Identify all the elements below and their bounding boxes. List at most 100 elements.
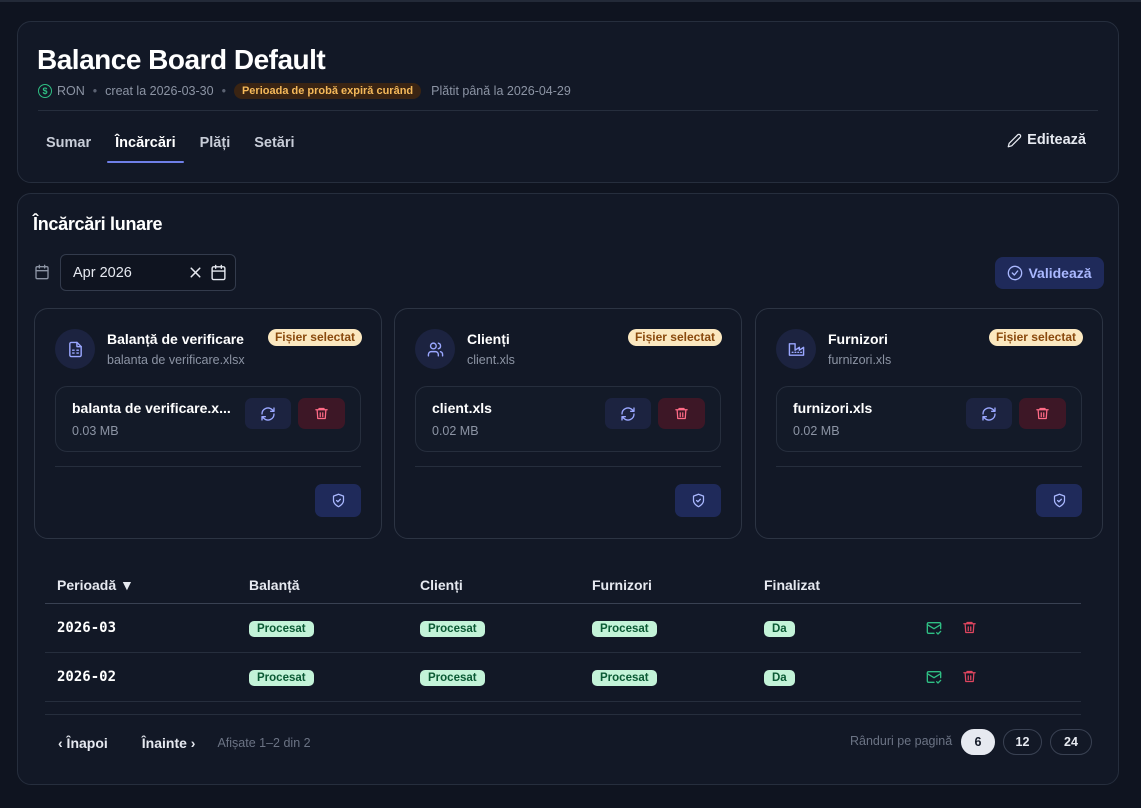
edit-button[interactable]: Editează — [1007, 132, 1086, 148]
card-title: Furnizori — [828, 331, 888, 347]
page-size-24[interactable]: 24 — [1050, 729, 1092, 755]
tab-plati[interactable]: Plăți — [192, 131, 239, 163]
table-row: 2026-02 Procesat Procesat Procesat Da — [45, 653, 1081, 702]
users-icon — [415, 329, 455, 369]
upload-card-furnizori: Furnizori furnizori.xls Fișier selectat … — [755, 308, 1103, 539]
file-size: 0.02 MB — [432, 424, 479, 438]
pencil-icon — [1007, 133, 1022, 147]
card-divider — [415, 466, 721, 467]
tab-setari[interactable]: Setări — [246, 131, 302, 163]
finalized-badge: Da — [764, 670, 795, 686]
refresh-icon — [982, 406, 996, 421]
status-badge: Procesat — [420, 670, 485, 686]
validate-file-button[interactable] — [675, 484, 721, 517]
header-perioada[interactable]: Perioadă ▼ — [57, 577, 134, 593]
edit-label: Editează — [1027, 132, 1086, 148]
paid-until: Plătit până la 2026-04-29 — [431, 84, 571, 98]
page-title: Balance Board Default — [37, 44, 326, 75]
next-page-button[interactable]: Înainte › — [142, 735, 196, 751]
calendar-picker-icon[interactable] — [210, 264, 227, 281]
table-row: 2026-03 Procesat Procesat Procesat Da — [45, 604, 1081, 653]
card-title: Clienți — [467, 331, 510, 347]
trial-badge: Perioada de probă expiră curând — [233, 83, 422, 99]
file-selected-badge: Fișier selectat — [267, 329, 362, 346]
delete-file-button[interactable] — [1019, 398, 1066, 429]
card-title: Balanță de verificare — [107, 331, 244, 347]
table-header: Perioadă ▼ Balanță Clienți Furnizori Fin… — [45, 564, 1081, 604]
delete-file-button[interactable] — [658, 398, 705, 429]
close-icon[interactable] — [187, 264, 204, 281]
refresh-icon — [621, 406, 635, 421]
trash-icon[interactable] — [962, 669, 977, 684]
mail-check-icon[interactable] — [926, 620, 942, 636]
validate-file-button[interactable] — [1036, 484, 1082, 517]
file-row: furnizori.xls 0.02 MB — [776, 386, 1082, 452]
upload-card-balanta: Balanță de verificare balanta de verific… — [34, 308, 382, 539]
status-badge: Procesat — [420, 621, 485, 637]
created-date: creat la 2026-03-30 — [105, 84, 214, 98]
upload-card-clienti: Clienți client.xls Fișier selectat clien… — [394, 308, 742, 539]
file-size: 0.03 MB — [72, 424, 119, 438]
header-furnizori: Furnizori — [592, 577, 652, 593]
shield-check-icon — [1053, 493, 1065, 508]
header-card: Balance Board Default $ RON • creat la 2… — [17, 21, 1119, 183]
finalized-badge: Da — [764, 621, 795, 637]
document-icon — [55, 329, 95, 369]
currency-label: RON — [57, 84, 85, 98]
pagination: ‹ Înapoi Înainte › Afișate 1–2 din 2 — [58, 733, 311, 753]
tab-incarcari[interactable]: Încărcări — [107, 131, 185, 163]
header-meta: $ RON • creat la 2026-03-30 • Perioada d… — [38, 82, 571, 100]
pagination-info: Afișate 1–2 din 2 — [217, 736, 311, 750]
top-border — [0, 0, 1141, 2]
page-size-12[interactable]: 12 — [1003, 729, 1042, 755]
header-finalizat: Finalizat — [764, 577, 821, 593]
header-clienti: Clienți — [420, 577, 463, 593]
prev-page-button[interactable]: ‹ Înapoi — [58, 735, 108, 751]
status-badge: Procesat — [592, 621, 657, 637]
file-row: balanta de verificare.x... 0.03 MB — [55, 386, 361, 452]
file-name: client.xls — [432, 400, 492, 416]
section-title: Încărcări lunare — [33, 214, 163, 234]
row-period: 2026-02 — [57, 669, 117, 685]
refresh-icon — [261, 406, 275, 421]
file-selected-badge: Fișier selectat — [988, 329, 1083, 346]
file-name: balanta de verificare.x... — [72, 400, 231, 416]
meta-separator: • — [92, 84, 98, 98]
meta-separator: • — [221, 84, 226, 98]
uploads-table: Perioadă ▼ Balanță Clienți Furnizori Fin… — [45, 564, 1081, 702]
trash-icon — [1036, 407, 1049, 420]
dollar-circle-icon: $ — [38, 84, 52, 98]
card-subtitle: furnizori.xls — [828, 353, 892, 367]
card-subtitle: balanta de verificare.xlsx — [107, 353, 245, 367]
rows-per-page-label: Rânduri pe pagină — [850, 734, 953, 748]
card-subtitle: client.xls — [467, 353, 515, 367]
delete-file-button[interactable] — [298, 398, 345, 429]
header-divider — [38, 110, 1098, 111]
mail-check-icon[interactable] — [926, 669, 942, 685]
tabs: Sumar Încărcări Plăți Setări — [38, 131, 311, 163]
validate-file-button[interactable] — [315, 484, 361, 517]
status-badge: Procesat — [249, 670, 314, 686]
month-picker-input[interactable]: Apr 2026 — [60, 254, 236, 291]
replace-file-button[interactable] — [605, 398, 651, 429]
status-badge: Procesat — [249, 621, 314, 637]
trash-icon — [315, 407, 328, 420]
row-period: 2026-03 — [57, 620, 117, 636]
file-selected-badge: Fișier selectat — [627, 329, 722, 346]
card-divider — [55, 466, 361, 467]
trash-icon[interactable] — [962, 620, 977, 635]
validate-button[interactable]: Validează — [995, 257, 1104, 289]
replace-file-button[interactable] — [245, 398, 291, 429]
replace-file-button[interactable] — [966, 398, 1012, 429]
shield-check-icon — [332, 493, 344, 508]
uploads-card: Încărcări lunare Apr 2026 Validează Bala… — [17, 193, 1119, 785]
check-circle-icon — [1008, 265, 1023, 281]
validate-label: Validează — [1028, 265, 1092, 281]
shield-check-icon — [692, 493, 704, 508]
tab-sumar[interactable]: Sumar — [38, 131, 99, 163]
file-name: furnizori.xls — [793, 400, 873, 416]
page-size-6[interactable]: 6 — [961, 729, 995, 755]
factory-icon — [776, 329, 816, 369]
month-value: Apr 2026 — [73, 264, 132, 281]
header-balanta: Balanță — [249, 577, 300, 593]
